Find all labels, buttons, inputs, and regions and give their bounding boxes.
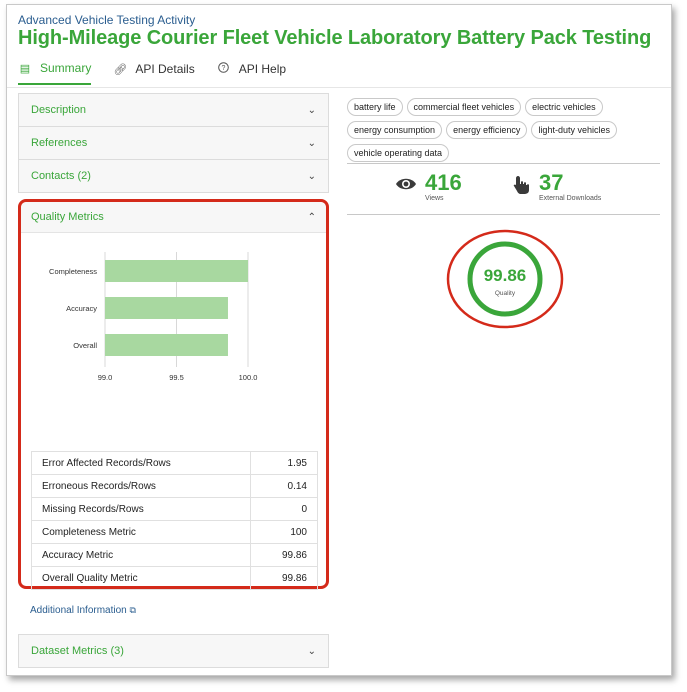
quality-metrics-chart: 99.0 99.5 100.0 Completeness Accuracy Overall bbox=[49, 252, 258, 382]
tab-api-details-label: API Details bbox=[135, 62, 195, 76]
x-tick-label: 100.0 bbox=[239, 373, 258, 382]
metric-value: 0 bbox=[249, 497, 319, 521]
category-label: Completeness bbox=[49, 267, 97, 276]
chevron-up-icon: ⌃ bbox=[307, 211, 316, 223]
keyword-tag[interactable]: vehicle operating data bbox=[347, 144, 450, 162]
table-row: Erroneous Records/Rows 0.14 bbox=[31, 474, 319, 498]
metric-value: 99.86 bbox=[249, 566, 319, 590]
document-icon: ▤ bbox=[19, 62, 31, 75]
external-link-icon: ⧉ bbox=[129, 605, 136, 615]
metric-label: Completeness Metric bbox=[31, 520, 251, 544]
metric-label: Missing Records/Rows bbox=[31, 497, 251, 521]
quality-gauge: 99.86 Quality bbox=[446, 229, 564, 329]
metric-value: 99.86 bbox=[249, 543, 319, 567]
downloads-count: 37 bbox=[539, 170, 564, 195]
downloads-label: External Downloads bbox=[539, 195, 602, 202]
chevron-down-icon: ⌄ bbox=[307, 137, 316, 149]
quality-score: 99.86 bbox=[484, 266, 527, 285]
chevron-down-icon: ⌄ bbox=[307, 104, 316, 116]
bar bbox=[105, 260, 248, 282]
metric-label: Overall Quality Metric bbox=[31, 566, 251, 590]
accordion-quality-metrics[interactable]: Quality Metrics ⌃ bbox=[21, 202, 326, 233]
left-column: Description ⌄ References ⌄ Contacts (2) … bbox=[18, 93, 329, 590]
metric-value: 0.14 bbox=[249, 474, 319, 498]
accordion-dataset-metrics[interactable]: Dataset Metrics (3) ⌄ bbox=[18, 634, 329, 668]
metric-label: Erroneous Records/Rows bbox=[31, 474, 251, 498]
tab-summary[interactable]: ▤ Summary bbox=[18, 57, 92, 85]
accordion-quality-metrics-label: Quality Metrics bbox=[31, 211, 104, 223]
category-label: Overall bbox=[73, 341, 97, 350]
table-row: Error Affected Records/Rows 1.95 bbox=[31, 451, 319, 475]
accordion-description[interactable]: Description ⌄ bbox=[18, 93, 329, 127]
page-title: High-Mileage Courier Fleet Vehicle Labor… bbox=[18, 27, 652, 49]
chevron-down-icon: ⌄ bbox=[307, 170, 316, 182]
quality-metrics-table: Error Affected Records/Rows 1.95 Erroneous… bbox=[31, 451, 319, 590]
accordion-references-label: References bbox=[31, 137, 88, 149]
pointer-hand-icon bbox=[513, 176, 529, 194]
quality-label: Quality bbox=[495, 290, 516, 297]
keyword-tag[interactable]: battery life bbox=[347, 98, 403, 116]
metric-value: 1.95 bbox=[249, 451, 319, 475]
link-icon: 🔗︎ bbox=[113, 63, 128, 76]
eye-icon bbox=[396, 178, 416, 190]
table-row: Missing Records/Rows 0 bbox=[31, 497, 319, 521]
additional-information-label: Additional Information bbox=[30, 605, 127, 616]
table-row: Completeness Metric 100 bbox=[31, 520, 319, 544]
svg-text:?: ? bbox=[222, 65, 226, 72]
header-divider bbox=[7, 87, 671, 88]
accordion-dataset-metrics-wrap: Dataset Metrics (3) ⌄ bbox=[18, 634, 329, 668]
views-stat: 416 Views bbox=[395, 172, 462, 202]
additional-information-link[interactable]: Additional Information ⧉ bbox=[30, 605, 136, 616]
bar bbox=[105, 297, 228, 319]
table-row: Overall Quality Metric 99.86 bbox=[31, 566, 319, 590]
tab-api-help-label: API Help bbox=[238, 62, 287, 76]
tab-bar: ▤ Summary 🔗︎ API Details ? API Help bbox=[18, 57, 308, 85]
accordion-references[interactable]: References ⌄ bbox=[18, 126, 329, 160]
page-frame: Advanced Vehicle Testing Activity High-M… bbox=[6, 4, 672, 676]
table-row: Accuracy Metric 99.86 bbox=[31, 543, 319, 567]
keyword-tags: battery life commercial fleet vehicles ele… bbox=[347, 94, 660, 162]
bar bbox=[105, 334, 228, 356]
keyword-tag[interactable]: energy efficiency bbox=[446, 121, 528, 139]
metric-value: 100 bbox=[249, 520, 319, 544]
metric-label: Error Affected Records/Rows bbox=[31, 451, 251, 475]
accordion-contacts-label: Contacts (2) bbox=[31, 170, 91, 182]
tab-summary-label: Summary bbox=[40, 61, 92, 75]
keyword-tag[interactable]: electric vehicles bbox=[525, 98, 603, 116]
accordion-dataset-metrics-label: Dataset Metrics (3) bbox=[31, 645, 124, 657]
accordion-description-label: Description bbox=[31, 104, 87, 116]
chevron-down-icon: ⌄ bbox=[307, 645, 316, 657]
metric-label: Accuracy Metric bbox=[31, 543, 251, 567]
keyword-tag[interactable]: light-duty vehicles bbox=[531, 121, 617, 139]
views-label: Views bbox=[425, 195, 444, 202]
keyword-tag[interactable]: commercial fleet vehicles bbox=[406, 98, 522, 116]
accordion-contacts[interactable]: Contacts (2) ⌄ bbox=[18, 159, 329, 193]
category-label: Accuracy bbox=[66, 304, 97, 313]
views-count: 416 bbox=[425, 170, 462, 195]
x-tick-label: 99.0 bbox=[98, 373, 113, 382]
keyword-tag[interactable]: energy consumption bbox=[347, 121, 443, 139]
help-icon: ? bbox=[217, 62, 231, 76]
downloads-stat: 37 External Downloads bbox=[513, 172, 601, 202]
usage-stats: 416 Views 37 External Downloads bbox=[347, 163, 660, 215]
right-column: battery life commercial fleet vehicles ele… bbox=[347, 94, 660, 329]
x-tick-label: 99.5 bbox=[169, 373, 184, 382]
quality-metrics-panel: Quality Metrics ⌃ 99.0 99.5 100.0 Completen… bbox=[18, 199, 329, 590]
tab-api-details[interactable]: 🔗︎ API Details bbox=[113, 57, 194, 85]
organization-link[interactable]: Advanced Vehicle Testing Activity bbox=[18, 13, 195, 27]
tab-api-help[interactable]: ? API Help bbox=[217, 57, 286, 85]
